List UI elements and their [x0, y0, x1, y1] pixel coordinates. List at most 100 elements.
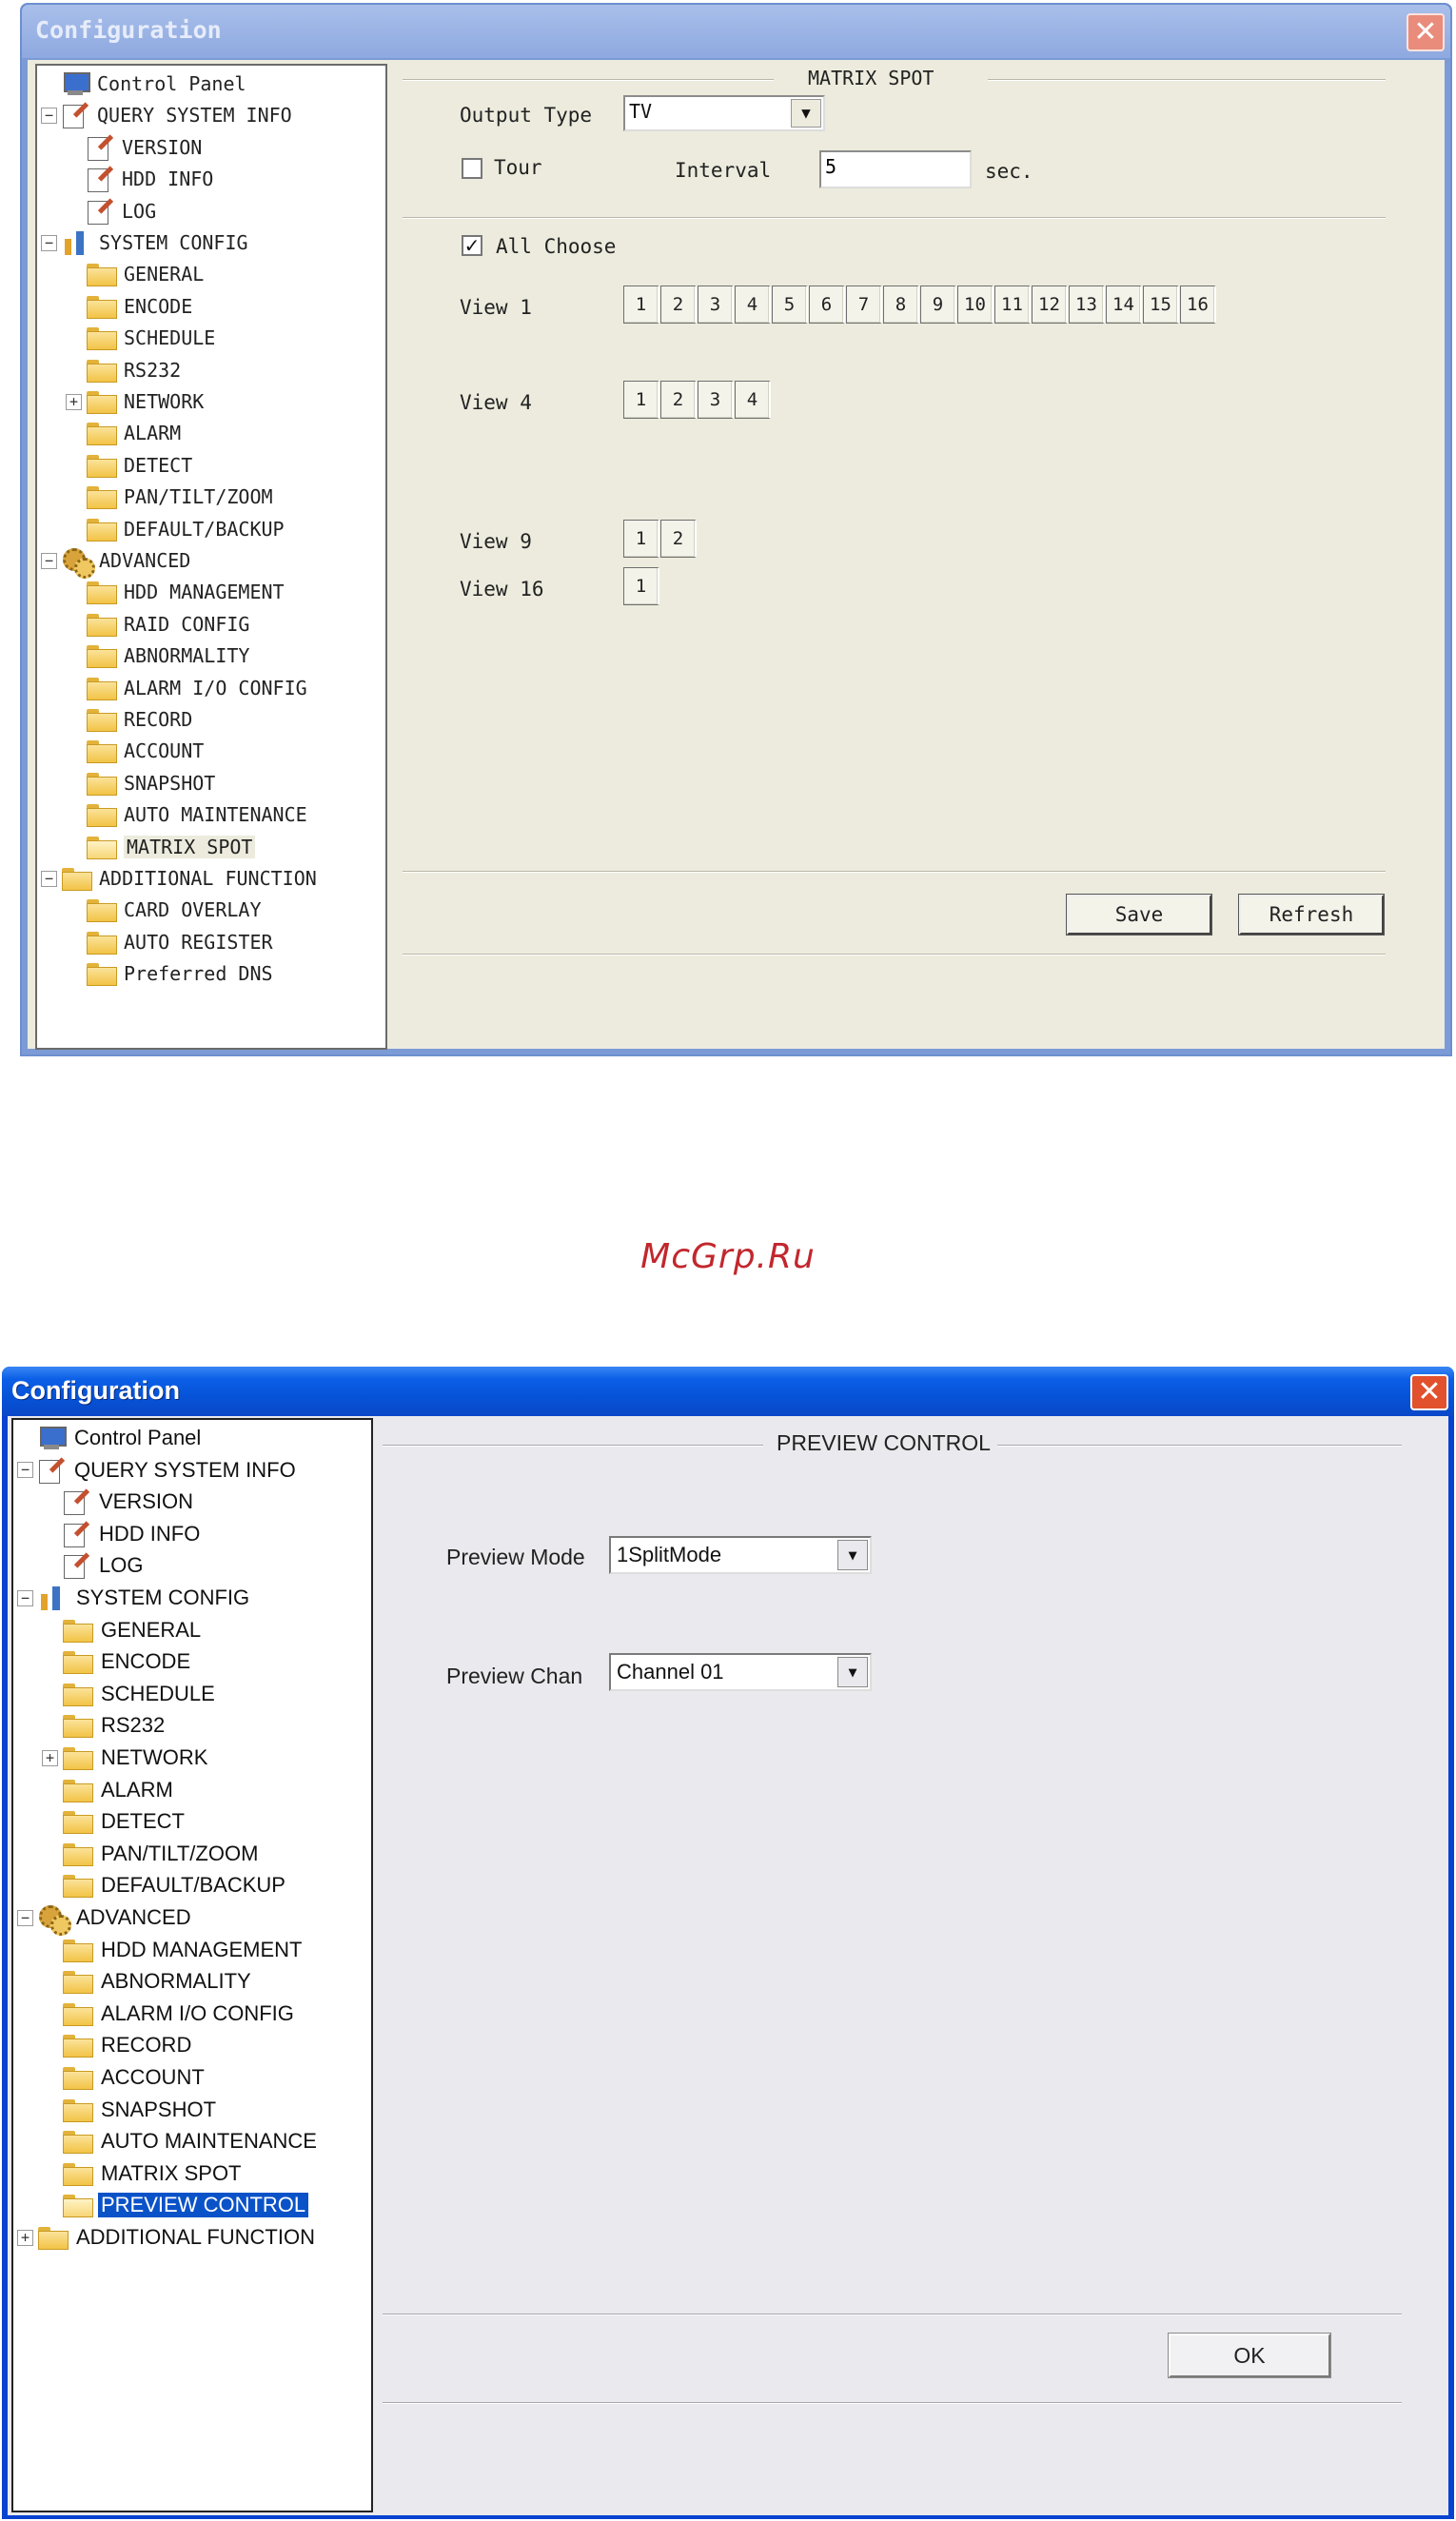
tree-item[interactable]: ACCOUNT — [42, 2061, 207, 2094]
channel-cell[interactable]: 7 — [846, 286, 882, 324]
tree-item[interactable]: ALARM I/O CONFIG — [66, 672, 307, 704]
collapse-icon[interactable]: − — [17, 1589, 33, 1606]
tree-item[interactable]: ENCODE — [66, 290, 192, 323]
tree-item[interactable]: DETECT — [66, 449, 192, 482]
tree-item[interactable]: − ADDITIONAL FUNCTION — [41, 862, 317, 895]
tree-item[interactable]: LOG — [42, 1549, 146, 1582]
channel-cell[interactable]: 11 — [994, 286, 1031, 324]
title-bar[interactable]: Configuration ✕ — [2, 1367, 1454, 1416]
tree-item[interactable]: RS232 — [66, 354, 181, 386]
channel-cell[interactable]: 16 — [1180, 286, 1216, 324]
channel-cell[interactable]: 4 — [735, 286, 771, 324]
tree-item[interactable]: RECORD — [66, 703, 192, 736]
channel-cell[interactable]: 3 — [698, 286, 734, 324]
tree-item[interactable]: GENERAL — [66, 258, 204, 290]
tree-item[interactable]: PAN/TILT/ZOOM — [66, 481, 273, 513]
chevron-down-icon[interactable]: ▼ — [837, 1540, 868, 1570]
channel-cell[interactable]: 8 — [883, 286, 919, 324]
tree-item[interactable]: ALARM — [42, 1774, 176, 1806]
tree-item[interactable]: RAID CONFIG — [66, 608, 249, 640]
channel-cell[interactable]: 14 — [1106, 286, 1142, 324]
tree-item[interactable]: − ADVANCED — [41, 544, 190, 579]
tree-item[interactable]: − QUERY SYSTEM INFO — [17, 1454, 299, 1487]
channel-cell[interactable]: 2 — [660, 381, 697, 419]
tree-item[interactable]: RS232 — [42, 1709, 167, 1742]
tree-item[interactable]: ACCOUNT — [66, 735, 204, 767]
tree-item[interactable]: MATRIX SPOT — [66, 831, 256, 863]
expand-icon[interactable]: + — [17, 2229, 33, 2246]
collapse-icon[interactable]: − — [17, 1462, 33, 1479]
collapse-icon[interactable]: − — [17, 1909, 33, 1926]
tree-item[interactable]: − ADVANCED — [17, 1901, 194, 1936]
tree-item[interactable]: MATRIX SPOT — [42, 2157, 245, 2190]
tree-item[interactable]: HDD INFO — [42, 1518, 203, 1550]
channel-cell[interactable]: 10 — [957, 286, 994, 324]
title-bar[interactable]: Configuration ✕ — [22, 5, 1450, 58]
tree-item[interactable]: Preferred DNS — [66, 957, 273, 990]
tree-item[interactable]: HDD INFO — [66, 163, 213, 195]
tree-item[interactable]: ALARM — [66, 417, 181, 449]
tree-item[interactable]: VERSION — [42, 1486, 196, 1518]
tree-item[interactable]: VERSION — [66, 131, 202, 164]
channel-cell[interactable]: 4 — [735, 381, 771, 419]
tree-item[interactable]: Control Panel — [41, 68, 246, 100]
close-icon[interactable]: ✕ — [1407, 13, 1445, 51]
tree-item[interactable]: PREVIEW CONTROL — [42, 2189, 309, 2221]
collapse-icon[interactable]: − — [41, 107, 57, 124]
tree-item[interactable]: SNAPSHOT — [66, 767, 215, 799]
tree-item[interactable]: AUTO MAINTENANCE — [66, 798, 307, 831]
tree-item[interactable]: + NETWORK — [66, 385, 204, 418]
tree-item[interactable]: ABNORMALITY — [42, 1965, 254, 1998]
tree-item[interactable]: HDD MANAGEMENT — [42, 1934, 305, 1966]
channel-cell[interactable]: 12 — [1032, 286, 1068, 324]
interval-input[interactable]: 5 — [819, 150, 972, 188]
tree-item[interactable]: CARD OVERLAY — [66, 894, 262, 926]
collapse-icon[interactable]: − — [41, 552, 57, 569]
tree-item[interactable]: GENERAL — [42, 1614, 204, 1646]
tree-item[interactable]: ABNORMALITY — [66, 640, 249, 672]
expand-icon[interactable]: + — [66, 393, 82, 410]
save-button[interactable]: Save — [1066, 894, 1212, 936]
tree-item[interactable]: PAN/TILT/ZOOM — [42, 1838, 261, 1870]
preview-mode-select[interactable]: 1SplitMode ▼ — [609, 1536, 872, 1574]
tree-item[interactable]: ENCODE — [42, 1645, 193, 1678]
tree-item[interactable]: DEFAULT/BACKUP — [66, 513, 285, 545]
tree-item[interactable]: − SYSTEM CONFIG — [17, 1582, 252, 1614]
output-type-select[interactable]: TV ▼ — [623, 95, 825, 131]
tree-item[interactable]: RECORD — [42, 2029, 194, 2061]
tree-item[interactable]: AUTO MAINTENANCE — [42, 2125, 320, 2157]
tree-item[interactable]: AUTO REGISTER — [66, 926, 273, 958]
preview-chan-select[interactable]: Channel 01 ▼ — [609, 1653, 872, 1691]
tour-checkbox[interactable] — [462, 158, 482, 179]
channel-cell[interactable]: 1 — [623, 520, 659, 558]
tree-item[interactable]: − QUERY SYSTEM INFO — [41, 99, 292, 131]
channel-cell[interactable]: 9 — [920, 286, 956, 324]
tree-item[interactable]: − SYSTEM CONFIG — [41, 226, 248, 259]
tree-item[interactable]: HDD MANAGEMENT — [66, 576, 285, 608]
channel-cell[interactable]: 3 — [698, 381, 734, 419]
tree-item[interactable]: DEFAULT/BACKUP — [42, 1869, 288, 1901]
chevron-down-icon[interactable]: ▼ — [791, 99, 821, 128]
tree-item[interactable]: + ADDITIONAL FUNCTION — [17, 2221, 318, 2254]
all-choose-checkbox[interactable]: ✓ — [462, 235, 482, 256]
tree-item[interactable]: SNAPSHOT — [42, 2094, 219, 2126]
refresh-button[interactable]: Refresh — [1238, 894, 1385, 936]
expand-icon[interactable]: + — [42, 1749, 58, 1766]
tree-item[interactable]: SCHEDULE — [42, 1678, 218, 1710]
tree-item[interactable]: SCHEDULE — [66, 322, 215, 354]
channel-cell[interactable]: 2 — [660, 286, 697, 324]
channel-cell[interactable]: 1 — [623, 381, 659, 419]
tree-item[interactable]: Control Panel — [17, 1422, 204, 1454]
channel-cell[interactable]: 6 — [809, 286, 845, 324]
channel-cell[interactable]: 13 — [1069, 286, 1105, 324]
tree-item[interactable]: DETECT — [42, 1805, 187, 1838]
collapse-icon[interactable]: − — [41, 870, 57, 887]
channel-cell[interactable]: 5 — [772, 286, 808, 324]
channel-cell[interactable]: 15 — [1143, 286, 1179, 324]
tree-item[interactable]: ALARM I/O CONFIG — [42, 1998, 297, 2030]
tree-item[interactable]: + NETWORK — [42, 1742, 210, 1774]
channel-cell[interactable]: 1 — [623, 567, 659, 605]
channel-cell[interactable]: 1 — [623, 286, 659, 324]
close-icon[interactable]: ✕ — [1410, 1374, 1448, 1410]
channel-cell[interactable]: 2 — [660, 520, 697, 558]
